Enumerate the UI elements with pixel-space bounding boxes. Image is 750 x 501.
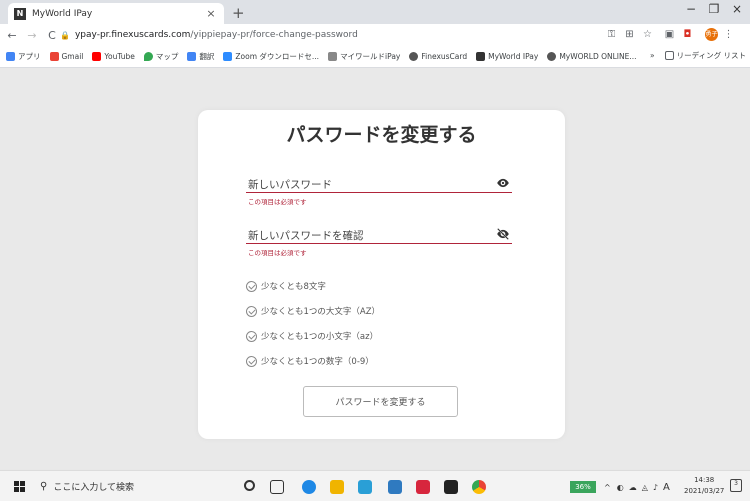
new-tab-button[interactable]: + xyxy=(232,4,245,22)
youtube-icon xyxy=(92,52,102,61)
check-circle-icon xyxy=(246,305,257,317)
taskbar: ⚲ ここに入力して検索 36% ^ ◐ ☁ ◬ ♪ A 14:38 2021/0… xyxy=(0,470,750,501)
reload-icon[interactable]: C xyxy=(44,29,60,42)
file-explorer-icon[interactable] xyxy=(330,480,344,494)
password-rule: 少なくとも1つの数字（0-9） xyxy=(246,355,374,367)
browser-toolbar: ← → C 🔒 ypay-pr.finexuscards.com/yippiep… xyxy=(0,24,750,46)
maximize-button[interactable]: ❐ xyxy=(706,2,722,16)
confirm-password-field[interactable]: 新しいパスワードを確認 xyxy=(246,226,512,244)
network-icon[interactable]: ◐ xyxy=(617,483,624,492)
translate-icon xyxy=(187,52,197,61)
mail-icon[interactable] xyxy=(388,480,402,494)
ime-indicator[interactable]: A xyxy=(663,482,670,493)
close-window-button[interactable]: × xyxy=(729,2,745,16)
notification-icon[interactable]: 3 xyxy=(730,479,742,492)
globe-icon xyxy=(409,52,419,61)
change-password-button[interactable]: パスワードを変更する xyxy=(303,386,458,417)
pocket-icon[interactable] xyxy=(416,480,430,494)
confirm-password-label: 新しいパスワードを確認 xyxy=(248,230,364,242)
store-icon[interactable] xyxy=(444,480,458,494)
more-menu-icon[interactable]: ⋮ xyxy=(722,28,735,41)
system-tray: 36% ^ ◐ ☁ ◬ ♪ A xyxy=(570,478,670,496)
bookmarks-bar: アプリ Gmail YouTube マップ 翻訳 Zoom ダウンロードセ...… xyxy=(0,46,750,68)
check-circle-icon xyxy=(246,280,257,292)
new-password-field[interactable]: 新しいパスワード xyxy=(246,175,512,193)
chevron-right-icon[interactable]: » xyxy=(650,51,655,60)
clock[interactable]: 14:38 2021/03/27 xyxy=(684,475,724,497)
confirm-password-error: この項目は必須です xyxy=(248,249,307,257)
key-icon xyxy=(328,52,338,61)
page-title: パスワードを変更する xyxy=(286,124,477,146)
minimize-button[interactable]: − xyxy=(683,2,699,16)
pocket-icon[interactable]: ◘ xyxy=(681,28,694,41)
battery-indicator[interactable]: 36% xyxy=(570,481,596,493)
zoom-icon xyxy=(223,52,233,61)
windows-start-icon[interactable] xyxy=(14,481,25,492)
tab-title: MyWorld IPay xyxy=(32,8,93,19)
forward-arrow-icon[interactable]: → xyxy=(24,29,40,42)
check-circle-icon xyxy=(246,355,257,367)
back-arrow-icon[interactable]: ← xyxy=(4,29,20,42)
bookmark-item[interactable]: MyWorld IPay xyxy=(476,52,538,61)
myworld-favicon-icon xyxy=(476,52,486,61)
bookmark-item[interactable]: マイワールドiPay xyxy=(328,51,400,62)
key-icon[interactable]: ⚿ xyxy=(605,28,618,41)
edge-icon[interactable] xyxy=(302,480,316,494)
myworld-favicon-icon: N xyxy=(14,7,26,20)
password-rule: 少なくとも1つの大文字（AZ） xyxy=(246,305,380,317)
bookmark-item[interactable]: FinexusCard xyxy=(409,52,467,61)
cloud-icon[interactable]: ☁ xyxy=(629,483,637,492)
tab-strip: N MyWorld IPay × + − ❐ × xyxy=(0,0,750,24)
bookmark-item[interactable]: アプリ xyxy=(6,51,41,62)
translate-icon[interactable]: ⊞ xyxy=(623,28,636,41)
change-password-card: パスワードを変更する 新しいパスワード この項目は必須です 新しいパスワードを確… xyxy=(198,110,565,439)
bookmark-item[interactable]: YouTube xyxy=(92,52,135,61)
reading-list-icon xyxy=(664,51,674,60)
check-circle-icon xyxy=(246,330,257,342)
globe-icon xyxy=(547,52,557,61)
bookmark-item[interactable]: Zoom ダウンロードセ... xyxy=(223,51,319,62)
bookmark-item[interactable]: MyWORLD ONLINE... xyxy=(547,52,637,61)
tab-close-button[interactable]: × xyxy=(204,7,218,20)
url-text: ypay-pr.finexuscards.com/yippiepay-pr/fo… xyxy=(74,30,358,40)
profile-avatar[interactable]: 勇子 xyxy=(705,28,718,41)
cortana-icon[interactable] xyxy=(244,480,255,491)
app-l-icon[interactable] xyxy=(358,480,372,494)
gmail-icon xyxy=(49,52,59,61)
bookmark-item[interactable]: マップ xyxy=(143,51,178,62)
chevron-up-icon[interactable]: ^ xyxy=(604,483,611,492)
eye-icon[interactable] xyxy=(496,176,510,190)
task-view-icon[interactable] xyxy=(270,480,284,494)
extension-icon[interactable]: ▣ xyxy=(663,28,676,41)
volume-icon[interactable]: ♪ xyxy=(653,483,658,492)
bookmark-item[interactable]: 翻訳 xyxy=(187,51,214,62)
apps-grid-icon xyxy=(6,52,15,61)
taskbar-search-input[interactable]: ⚲ ここに入力して検索 xyxy=(36,476,226,497)
lock-icon: 🔒 xyxy=(60,30,70,40)
page-content: パスワードを変更する 新しいパスワード この項目は必須です 新しいパスワードを確… xyxy=(0,68,750,469)
maps-pin-icon xyxy=(143,52,153,61)
password-rule: 少なくとも8文字 xyxy=(246,280,326,292)
chrome-icon[interactable] xyxy=(472,480,486,494)
bookmark-item[interactable]: Gmail xyxy=(49,52,83,61)
star-icon[interactable]: ☆ xyxy=(641,28,654,41)
reading-list[interactable]: » リーディング リスト xyxy=(650,50,746,61)
search-icon: ⚲ xyxy=(40,481,48,492)
new-password-label: 新しいパスワード xyxy=(248,179,332,191)
wifi-icon[interactable]: ◬ xyxy=(642,483,648,492)
password-rule: 少なくとも1つの小文字（az） xyxy=(246,330,378,342)
eye-off-icon[interactable] xyxy=(496,227,510,241)
address-bar[interactable]: 🔒 ypay-pr.finexuscards.com/yippiepay-pr/… xyxy=(60,26,630,44)
new-password-error: この項目は必須です xyxy=(248,198,307,206)
browser-tab[interactable]: N MyWorld IPay × xyxy=(8,3,224,24)
